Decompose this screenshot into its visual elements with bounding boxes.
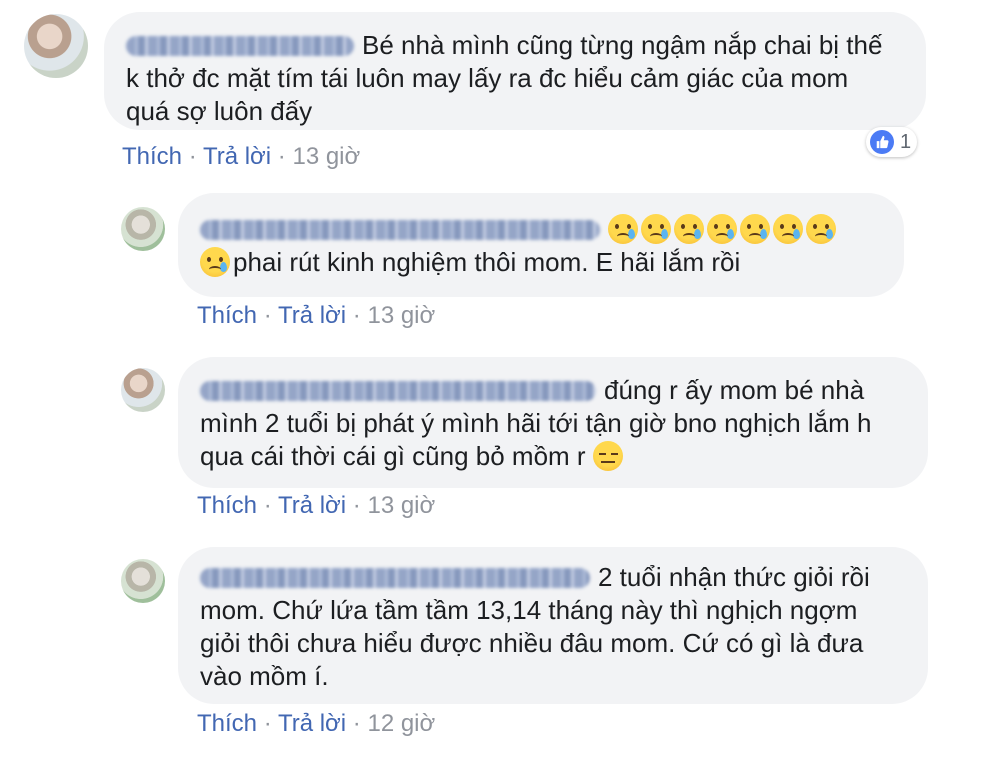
thumbs-up-icon [870,130,894,154]
persevering-face-icon [592,441,623,471]
timestamp[interactable]: 13 giờ [367,492,435,519]
separator: · [352,492,361,519]
timestamp[interactable]: 13 giờ [367,302,435,329]
separator: · [352,302,361,329]
commenter-name[interactable] [126,36,354,56]
commenter-name[interactable] [200,568,590,588]
like-link[interactable]: Thích [122,143,182,170]
crying-face-icon [641,214,671,244]
comment-actions: Thích · Trả lời · 13 giờ [197,302,435,330]
comment-text: 2 tuổi nhận thức giỏi rồi [598,562,870,592]
reply-link[interactable]: Trả lời [203,143,271,170]
comment-text: phai rút kinh nghiệm thôi mom. E hãi lắm… [233,247,741,277]
reply-link[interactable]: Trả lời [278,302,346,329]
comment-actions: Thích · Trả lời · 13 giờ [122,143,360,171]
comment-text: Bé nhà mình cũng từng ngậm nắp chai bị t… [362,30,883,60]
avatar[interactable] [121,207,165,251]
comment-text: mình 2 tuổi bị phát ý mình hãi tới tận g… [200,408,872,438]
crying-face-icon [608,214,638,244]
comment-text: quá sợ luôn đấy [126,96,313,126]
separator: · [352,710,361,737]
reaction-badge[interactable]: 1 [866,127,918,157]
comment-text: giỏi thôi chưa hiểu được nhiều đâu mom. … [200,628,864,658]
comment-text: k thở đc mặt tím tái luôn may lấy ra đc … [126,63,849,93]
crying-face-icon [740,214,770,244]
separator: · [277,143,286,170]
crying-face-icon [773,214,803,244]
comment-text: mom. Chứ lứa tầm tầm 13,14 tháng này thì… [200,595,858,625]
comment-bubble: phai rút kinh nghiệm thôi mom. E hãi lắm… [178,193,904,297]
comment-text: qua cái thời cái gì cũng bỏ mồm r [200,441,586,471]
avatar[interactable] [24,14,88,78]
avatar[interactable] [121,368,165,412]
reply-link[interactable]: Trả lời [278,710,346,737]
crying-face-icon [674,214,704,244]
separator: · [263,302,272,329]
reply-link[interactable]: Trả lời [278,492,346,519]
like-link[interactable]: Thích [197,710,257,737]
comment-bubble: 2 tuổi nhận thức giỏi rồi mom. Chứ lứa t… [178,547,928,704]
reaction-count: 1 [900,130,912,153]
separator: · [263,492,272,519]
timestamp[interactable]: 13 giờ [292,143,360,170]
avatar[interactable] [121,559,165,603]
separator: · [263,710,272,737]
like-link[interactable]: Thích [197,302,257,329]
crying-face-icon [200,247,230,277]
timestamp[interactable]: 12 giờ [367,710,435,737]
commenter-name[interactable] [200,381,596,401]
crying-face-icon [707,214,737,244]
comment-bubble: Bé nhà mình cũng từng ngậm nắp chai bị t… [104,12,926,130]
comment-text: vào mồm í. [200,661,329,691]
comment-actions: Thích · Trả lời · 13 giờ [197,492,435,520]
comment-text: đúng r ấy mom bé nhà [604,375,865,405]
comment-actions: Thích · Trả lời · 12 giờ [197,710,435,738]
crying-face-icon [806,214,836,244]
separator: · [188,143,197,170]
like-link[interactable]: Thích [197,492,257,519]
commenter-name[interactable] [200,220,600,240]
comment-bubble: đúng r ấy mom bé nhà mình 2 tuổi bị phát… [178,357,928,488]
